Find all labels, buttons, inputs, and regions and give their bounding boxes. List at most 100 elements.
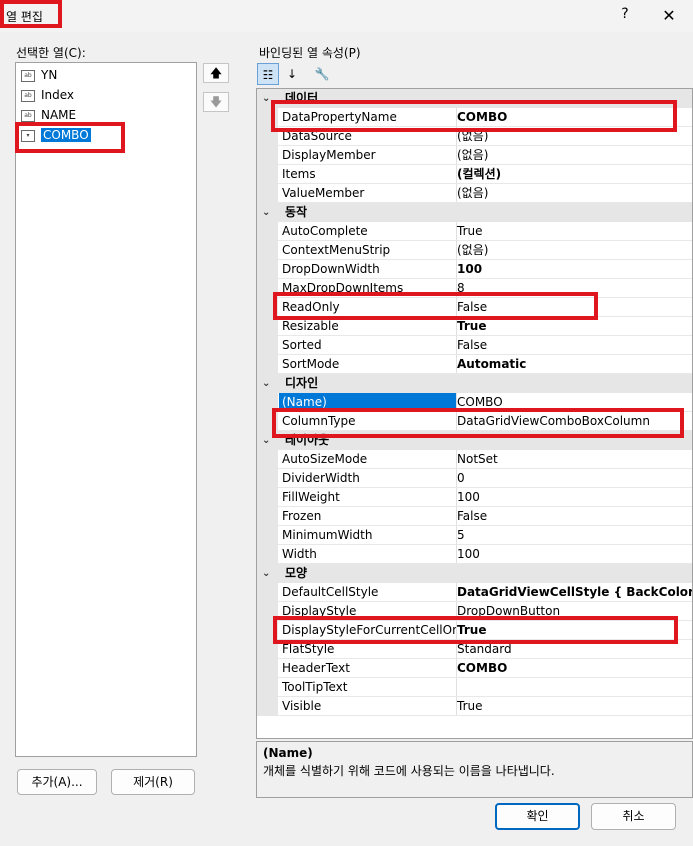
property-row[interactable]: ContextMenuStrip (없음): [257, 241, 692, 260]
title-bar: [0, 0, 693, 32]
property-row[interactable]: ToolTipText: [257, 678, 692, 697]
column-list-item[interactable]: ab YN: [21, 66, 57, 84]
property-value[interactable]: False: [454, 336, 692, 354]
property-value[interactable]: True: [454, 222, 692, 240]
property-row[interactable]: Items (컬렉션): [257, 165, 692, 184]
property-category[interactable]: ⌄ 디자인: [257, 374, 692, 393]
property-name[interactable]: Frozen: [279, 507, 457, 525]
property-name[interactable]: ValueMember: [279, 184, 457, 202]
property-name[interactable]: DisplayMember: [279, 146, 457, 164]
property-name[interactable]: SortMode: [279, 355, 457, 373]
property-value[interactable]: True: [454, 697, 692, 715]
property-name[interactable]: DefaultCellStyle: [279, 583, 457, 601]
property-name[interactable]: AutoComplete: [279, 222, 457, 240]
text-column-icon: ab: [21, 89, 35, 102]
chevron-down-icon[interactable]: ⌄: [262, 374, 274, 393]
category-name: 디자인: [285, 376, 319, 390]
property-value[interactable]: DataGridViewCellStyle { BackColor=Co: [454, 583, 692, 601]
column-name: Index: [41, 88, 75, 102]
property-row[interactable]: DividerWidth 0: [257, 469, 692, 488]
property-value[interactable]: 100: [454, 260, 692, 278]
cancel-button[interactable]: 취소: [591, 803, 676, 830]
property-name[interactable]: FillWeight: [279, 488, 457, 506]
row-gutter: [257, 488, 278, 507]
title-highlight-box: [0, 0, 62, 28]
property-row[interactable]: DefaultCellStyle DataGridViewCellStyle { …: [257, 583, 692, 602]
property-value[interactable]: 0: [454, 469, 692, 487]
property-row[interactable]: Visible True: [257, 697, 692, 716]
move-up-button[interactable]: 🡅: [203, 63, 229, 83]
property-value[interactable]: 5: [454, 526, 692, 544]
property-row[interactable]: Sorted False: [257, 336, 692, 355]
row-gutter: [257, 222, 278, 241]
category-name: 모양: [285, 566, 308, 580]
property-value[interactable]: NotSet: [454, 450, 692, 468]
property-row[interactable]: DisplayMember (없음): [257, 146, 692, 165]
property-value[interactable]: 100: [454, 488, 692, 506]
property-value[interactable]: Automatic: [454, 355, 692, 373]
row-gutter: [257, 545, 278, 564]
property-row[interactable]: Width 100: [257, 545, 692, 564]
property-value[interactable]: COMBO: [454, 659, 692, 677]
property-row[interactable]: HeaderText COMBO: [257, 659, 692, 678]
row-gutter: [257, 260, 278, 279]
property-value[interactable]: (없음): [454, 241, 692, 259]
text-column-icon: ab: [21, 109, 35, 122]
property-row[interactable]: ValueMember (없음): [257, 184, 692, 203]
wrench-icon[interactable]: 🔧: [311, 63, 333, 85]
property-name[interactable]: DropDownWidth: [279, 260, 457, 278]
bound-column-properties-label: 바인딩된 열 속성(P): [259, 46, 361, 60]
row-gutter: [257, 146, 278, 165]
selected-columns-label: 선택한 열(C):: [16, 46, 86, 60]
property-row[interactable]: SortMode Automatic: [257, 355, 692, 374]
property-row[interactable]: DropDownWidth 100: [257, 260, 692, 279]
row-gutter: [257, 659, 278, 678]
row-gutter: [257, 583, 278, 602]
property-value[interactable]: (없음): [454, 184, 692, 202]
property-name[interactable]: MinimumWidth: [279, 526, 457, 544]
row-gutter: [257, 336, 278, 355]
property-name[interactable]: HeaderText: [279, 659, 457, 677]
property-category[interactable]: ⌄ 동작: [257, 203, 692, 222]
property-name[interactable]: Items: [279, 165, 457, 183]
property-value[interactable]: False: [454, 507, 692, 525]
property-value[interactable]: 100: [454, 545, 692, 563]
row-gutter: [257, 165, 278, 184]
property-name[interactable]: Sorted: [279, 336, 457, 354]
alphabetical-icon[interactable]: ↓: [281, 63, 303, 85]
row-gutter: [257, 241, 278, 260]
remove-column-button[interactable]: 제거(R): [111, 769, 195, 795]
property-name[interactable]: Width: [279, 545, 457, 563]
columntype-highlight-box: [272, 408, 684, 438]
property-name[interactable]: AutoSizeMode: [279, 450, 457, 468]
add-column-button[interactable]: 추가(A)...: [17, 769, 97, 795]
property-value[interactable]: (없음): [454, 146, 692, 164]
property-row[interactable]: FillWeight 100: [257, 488, 692, 507]
category-name: 동작: [285, 205, 308, 219]
row-gutter: [257, 355, 278, 374]
property-row[interactable]: MinimumWidth 5: [257, 526, 692, 545]
property-name[interactable]: ContextMenuStrip: [279, 241, 457, 259]
property-row[interactable]: Frozen False: [257, 507, 692, 526]
categorized-icon[interactable]: ☷: [257, 63, 279, 85]
property-row[interactable]: AutoSizeMode NotSet: [257, 450, 692, 469]
close-button[interactable]: ✕: [659, 6, 679, 26]
property-category[interactable]: ⌄ 모양: [257, 564, 692, 583]
move-down-button[interactable]: 🡇: [203, 92, 229, 112]
combo-column-highlight-box: [15, 122, 125, 153]
property-name[interactable]: ToolTipText: [279, 678, 457, 696]
displaystyle-highlight-box: [273, 616, 678, 644]
property-row[interactable]: AutoComplete True: [257, 222, 692, 241]
property-name[interactable]: Visible: [279, 697, 457, 715]
property-toolbar: ☷ ↓ 🔧: [257, 63, 347, 85]
property-name[interactable]: DividerWidth: [279, 469, 457, 487]
readonly-highlight-box: [273, 292, 598, 320]
chevron-down-icon[interactable]: ⌄: [262, 564, 274, 583]
column-list[interactable]: ab YN ab Index ab NAME ▾ COMBO: [15, 62, 197, 757]
column-list-item[interactable]: ab Index: [21, 86, 74, 104]
property-value[interactable]: [454, 678, 692, 696]
help-button[interactable]: ?: [615, 6, 635, 26]
chevron-down-icon[interactable]: ⌄: [262, 203, 274, 222]
ok-button[interactable]: 확인: [495, 803, 580, 830]
property-value[interactable]: (컬렉션): [454, 165, 692, 183]
